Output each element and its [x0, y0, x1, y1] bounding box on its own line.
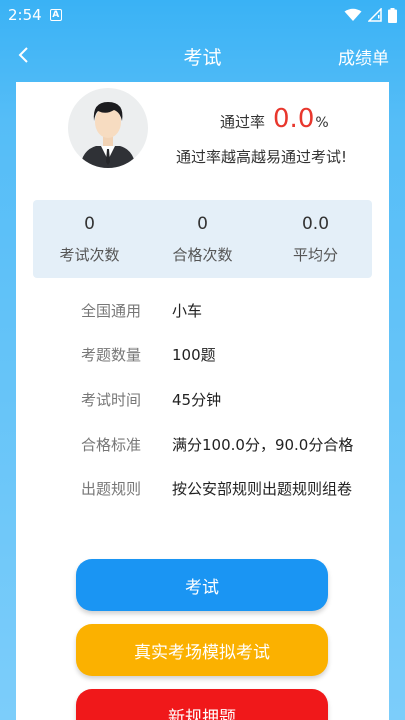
stat-label: 合格次数	[172, 246, 233, 264]
user-avatar-icon	[80, 102, 136, 168]
exam-card: 通过率 0.0 % 通过率越高越易通过考试! 0 考试次数 0 合格次数 0.0…	[16, 82, 389, 720]
stat-value: 0	[197, 214, 208, 234]
info-label: 合格标准	[80, 436, 141, 454]
cellular-signal-icon	[368, 8, 382, 22]
info-label: 出题规则	[80, 480, 141, 498]
pass-rate-unit: %	[315, 115, 329, 131]
page-title: 考试	[183, 46, 222, 69]
back-arrow-icon	[18, 47, 28, 63]
start-exam-button[interactable]: 考试	[76, 559, 328, 611]
info-label: 考题数量	[80, 346, 141, 364]
stat-average-score: 0.0 平均分	[259, 200, 372, 278]
app-bar: 考试 成绩单	[0, 30, 405, 82]
stat-value: 0	[84, 214, 95, 234]
info-value: 45分钟	[172, 391, 222, 409]
mock-exam-button[interactable]: 真实考场模拟考试	[76, 624, 328, 676]
stat-label: 考试次数	[59, 246, 120, 264]
notification-icon: A	[49, 9, 62, 21]
info-value: 按公安部规则出题规则组卷	[172, 480, 353, 498]
info-label: 全国通用	[80, 302, 141, 320]
info-value: 100题	[172, 346, 216, 364]
pass-rate: 通过率 0.0 %	[220, 104, 329, 134]
stats-panel: 0 考试次数 0 合格次数 0.0 平均分	[33, 200, 372, 278]
pass-rate-value: 0.0	[273, 104, 315, 134]
stat-value: 0.0	[301, 214, 330, 234]
status-bar: 2:54 A	[0, 0, 405, 30]
score-report-button[interactable]: 成绩单	[338, 44, 389, 69]
status-icons	[344, 7, 397, 23]
info-row-question-count: 考题数量 100题	[16, 344, 389, 368]
info-value: 满分100.0分，90.0分合格	[172, 436, 354, 454]
pass-rate-label: 通过率	[220, 113, 266, 131]
battery-icon	[388, 7, 397, 23]
pass-rate-motto: 通过率越高越易通过考试!	[176, 148, 348, 166]
back-button[interactable]	[8, 40, 38, 70]
info-row-pass-standard: 合格标准 满分100.0分，90.0分合格	[16, 434, 389, 458]
wifi-icon	[344, 8, 362, 21]
avatar	[68, 88, 148, 168]
info-row-vehicle: 全国通用 小车	[16, 300, 389, 324]
stat-exam-count: 0 考试次数	[33, 200, 146, 278]
info-row-question-rules: 出题规则 按公安部规则出题规则组卷	[16, 478, 389, 502]
new-rules-button[interactable]: 新规押题	[76, 689, 328, 720]
info-row-duration: 考试时间 45分钟	[16, 389, 389, 413]
stat-pass-count: 0 合格次数	[146, 200, 259, 278]
stat-label: 平均分	[292, 246, 338, 264]
info-value: 小车	[172, 302, 203, 320]
info-label: 考试时间	[80, 391, 141, 409]
status-time: 2:54	[8, 6, 42, 24]
